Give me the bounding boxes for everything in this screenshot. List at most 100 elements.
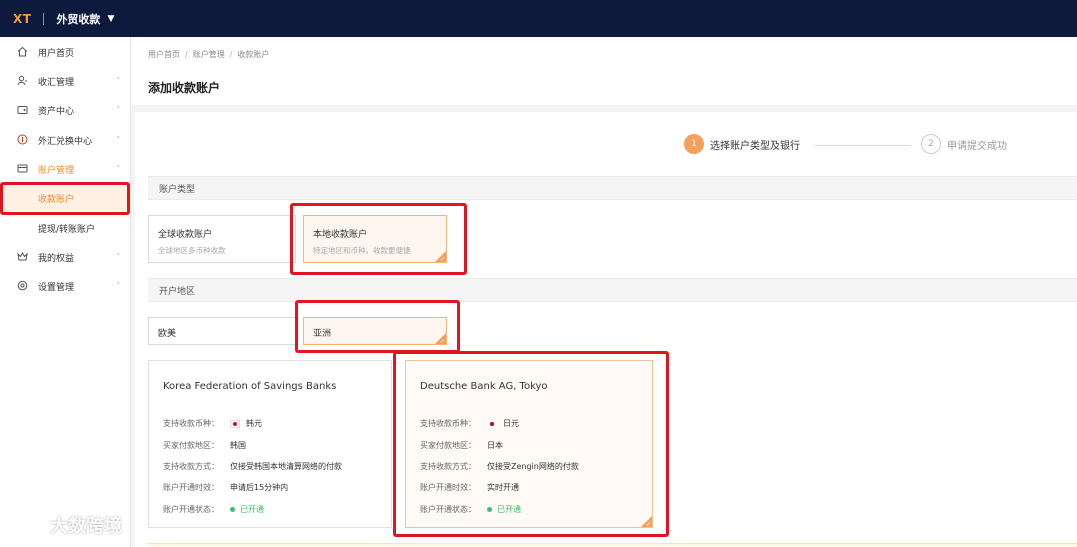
check-icon: ✓ [439, 256, 445, 263]
option-title: 欧美 [158, 329, 177, 339]
breadcrumb-home[interactable]: 用户首页 [148, 49, 180, 60]
exchange-icon [17, 134, 28, 145]
bank-row-method: 支持收款方式： 仅接受韩国本地清算网络的付款 [163, 461, 342, 472]
korea-flag-icon [230, 419, 240, 428]
sidebar-item-label: 外汇兑换中心 [38, 136, 93, 147]
step-number: 1 [684, 134, 704, 154]
status-badge: 已开通 [230, 504, 264, 515]
row-value-wrap: 日元 [487, 418, 519, 429]
user-icon [17, 75, 28, 86]
sidebar-item-label: 收汇管理 [38, 77, 75, 88]
wallet-icon [17, 104, 28, 115]
app-logo[interactable]: XT [13, 12, 31, 26]
row-key: 支持收款方式： [420, 462, 476, 471]
row-key: 账户开通状态： [163, 505, 219, 514]
option-region-europe-america[interactable]: 欧美 [148, 317, 296, 345]
settings-icon [17, 280, 28, 291]
sidebar-item-receiving-accounts[interactable]: 收款账户 [0, 185, 131, 211]
row-value: 仅接受韩国本地清算网络的付款 [230, 462, 342, 471]
bank-row-currency: 支持收款币种： 日元 [420, 418, 519, 429]
row-key: 支持收款方式： [163, 462, 219, 471]
sidebar-item-settings[interactable]: 设置管理 ˅ [0, 275, 131, 297]
status-dot-icon [487, 507, 492, 512]
bank-row-timing: 账户开通时效： 实时开通 [420, 482, 519, 493]
bank-row-region: 买家付款地区： 日本 [420, 440, 503, 451]
chevron-down-icon: ˅ [116, 253, 121, 261]
row-value: 已开通 [240, 505, 264, 514]
step-number: 2 [921, 134, 941, 154]
breadcrumb: 用户首页 / 账户管理 / 收款账户 [148, 49, 269, 60]
sidebar-item-account-management[interactable]: 账户管理 ˄ [0, 158, 131, 180]
step-label: 选择账户类型及银行 [710, 140, 800, 152]
option-local-account[interactable]: 本地收款账户 特定地区和币种，收款更便捷 ✓ [303, 215, 447, 263]
step-select-type: 1 选择账户类型及银行 [684, 134, 800, 154]
next-section-strip [147, 543, 1077, 547]
row-value: 韩国 [230, 441, 246, 450]
sidebar-item-fx-exchange[interactable]: 外汇兑换中心 ˅ [0, 129, 131, 151]
sidebar-item-label: 资产中心 [38, 106, 75, 117]
status-badge: 已开通 [487, 504, 521, 515]
watermark-logo-icon [14, 516, 43, 530]
row-value-wrap: 韩元 [230, 418, 262, 429]
sidebar-item-label: 用户首页 [38, 48, 75, 59]
bank-name: Korea Federation of Savings Banks [163, 381, 337, 392]
breadcrumb-separator: / [229, 50, 233, 59]
bank-row-status: 账户开通状态： 已开通 [163, 504, 264, 515]
watermark: 大数跨境 [12, 512, 122, 538]
page-title: 添加收款账户 [148, 81, 221, 95]
row-value: 已开通 [497, 505, 521, 514]
bank-row-status: 账户开通状态： 已开通 [420, 504, 521, 515]
breadcrumb-account-management[interactable]: 账户管理 [193, 49, 225, 60]
bank-row-region: 买家付款地区： 韩国 [163, 440, 246, 451]
option-subtitle: 特定地区和币种，收款更便捷 [313, 246, 411, 255]
section-region: 开户地区 [148, 278, 1077, 302]
sidebar-item-label: 设置管理 [38, 282, 75, 293]
chevron-down-icon: ˅ [116, 106, 121, 114]
option-region-asia[interactable]: 亚洲 ✓ [303, 317, 447, 345]
sidebar-item-benefits[interactable]: 我的权益 ˅ [0, 246, 131, 268]
home-icon [17, 46, 28, 57]
card-icon [17, 163, 28, 174]
bank-card-deutsche-tokyo[interactable]: Deutsche Bank AG, Tokyo 支持收款币种： 日元 买家付款地… [405, 360, 653, 528]
row-value: 实时开通 [487, 483, 519, 492]
row-key: 账户开通时效： [420, 483, 476, 492]
logo-divider [43, 12, 45, 25]
check-icon: ✓ [439, 338, 445, 345]
japan-flag-icon [487, 419, 497, 428]
sidebar-item-label: 提现/转账账户 [38, 224, 96, 235]
sidebar-item-withdraw-accounts[interactable]: 提现/转账账户 [0, 215, 131, 241]
app-switcher-label[interactable]: 外贸收款 [56, 11, 100, 27]
check-icon: ✓ [645, 521, 651, 528]
step-submitted: 2 申请提交成功 [921, 134, 1007, 154]
bank-card-korea[interactable]: Korea Federation of Savings Banks 支持收款币种… [148, 360, 392, 528]
row-key: 买家付款地区： [420, 441, 476, 450]
breadcrumb-current: 收款账户 [237, 50, 270, 59]
row-key: 支持收款币种： [420, 419, 476, 428]
section-account-type: 账户类型 [148, 176, 1077, 200]
row-value: 韩元 [246, 419, 262, 428]
breadcrumb-separator: / [185, 50, 188, 59]
main-content: 1 选择账户类型及银行 2 申请提交成功 账户类型 全球收款账户 全球地区多币种… [135, 112, 1077, 547]
sidebar-item-label: 我的权益 [38, 253, 75, 264]
row-value: 日元 [503, 419, 519, 428]
sidebar-item-home[interactable]: 用户首页 [0, 41, 131, 63]
step-connector [815, 145, 911, 146]
sidebar-item-label: 收款账户 [38, 194, 75, 205]
row-key: 账户开通状态： [420, 505, 476, 514]
chevron-up-icon: ˄ [116, 165, 121, 173]
step-label: 申请提交成功 [947, 140, 1007, 152]
row-key: 账户开通时效： [163, 483, 219, 492]
option-global-account[interactable]: 全球收款账户 全球地区多币种收款 [148, 215, 296, 263]
sidebar-item-collection[interactable]: 收汇管理 ˅ [0, 70, 131, 92]
crown-icon [17, 251, 28, 262]
row-value: 仅接受Zengin网络的付款 [487, 462, 579, 471]
sidebar-item-label: 账户管理 [38, 165, 75, 176]
sidebar-item-assets[interactable]: 资产中心 ˅ [0, 99, 131, 121]
row-value: 日本 [487, 441, 503, 450]
bank-row-method: 支持收款方式： 仅接受Zengin网络的付款 [420, 461, 579, 472]
watermark-text: 大数跨境 [50, 516, 122, 537]
top-bar: XT 外贸收款 ▼ [0, 0, 1077, 37]
caret-down-icon[interactable]: ▼ [107, 14, 114, 24]
chevron-down-icon: ˅ [116, 77, 121, 85]
row-value: 申请后15分钟内 [230, 483, 289, 492]
